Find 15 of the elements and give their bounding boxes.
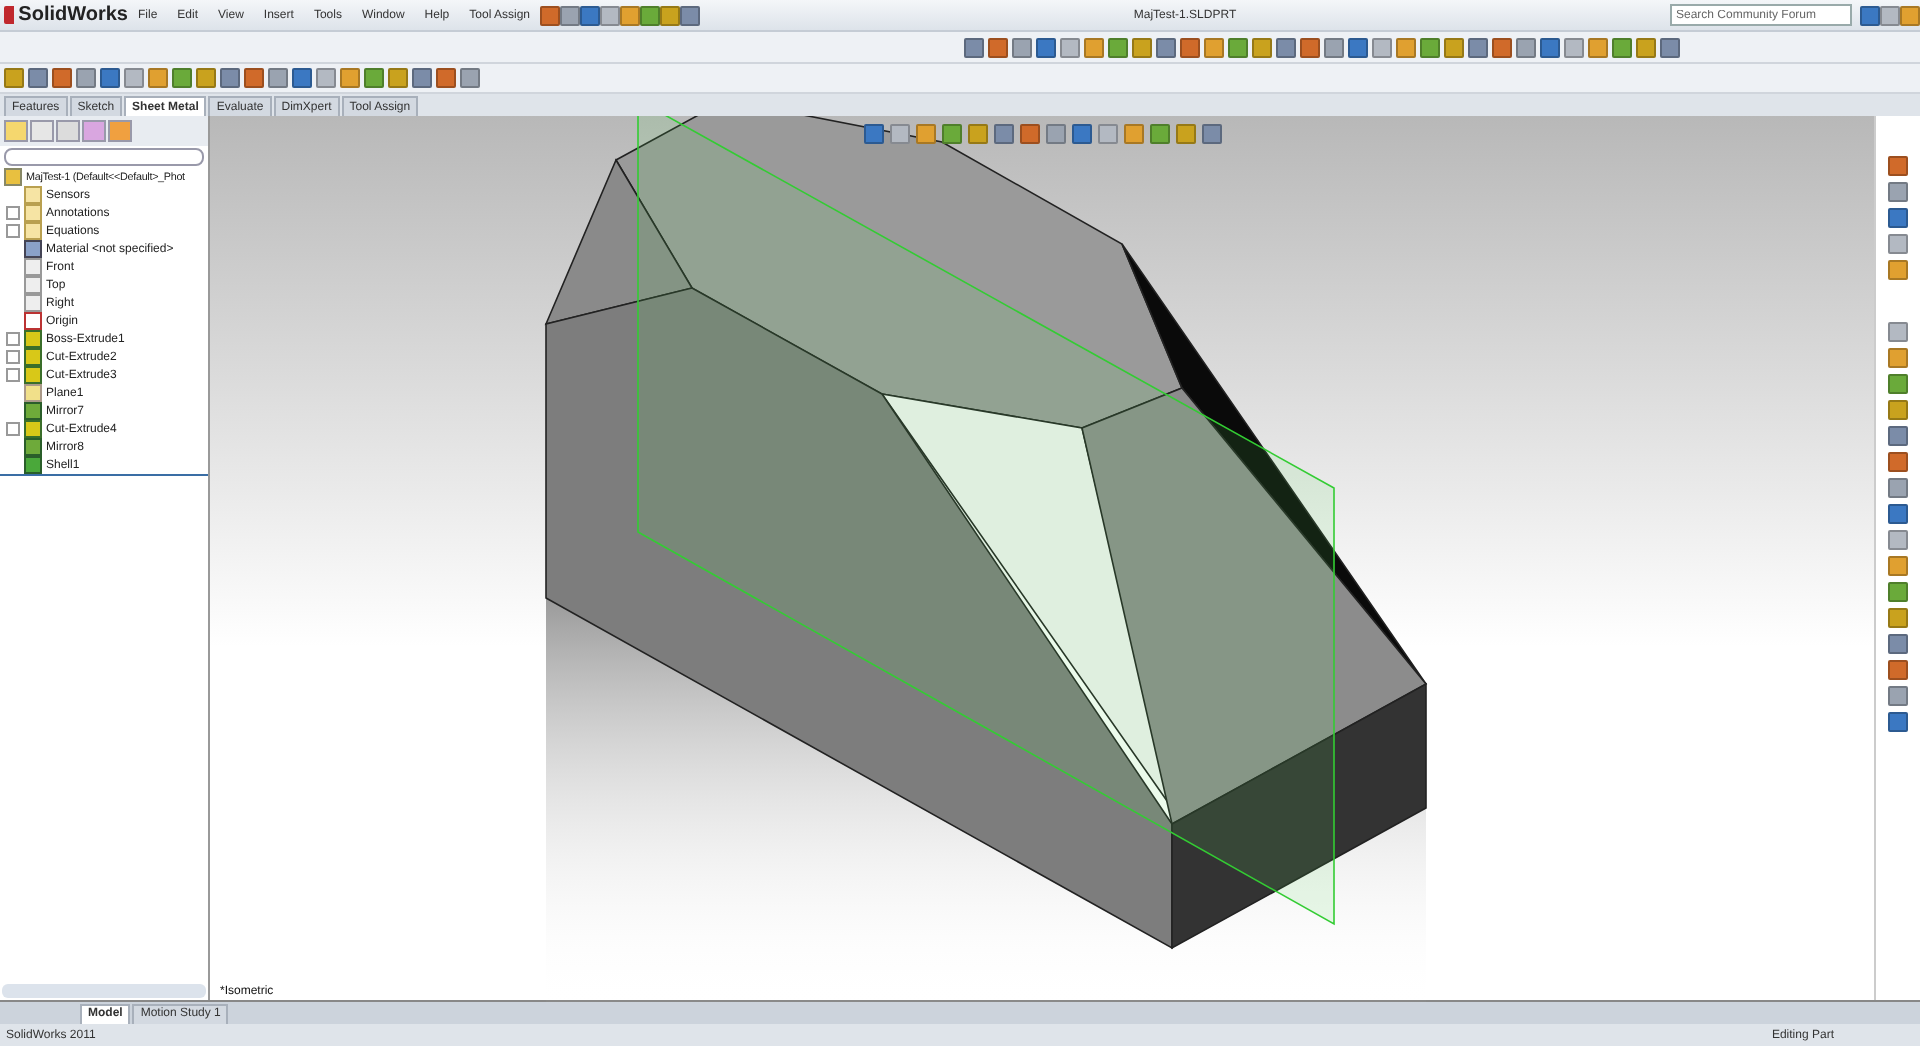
panel-tab[interactable] — [108, 120, 132, 142]
expand-icon[interactable] — [6, 224, 20, 238]
panel-tab[interactable] — [82, 120, 106, 142]
expand-icon[interactable] — [6, 368, 20, 382]
filter-field[interactable] — [4, 148, 204, 166]
panel-tab[interactable] — [56, 120, 80, 142]
expand-icon[interactable] — [6, 206, 20, 220]
part-icon — [4, 168, 22, 186]
expand-icon[interactable] — [6, 350, 20, 364]
panel-tab[interactable] — [30, 120, 54, 142]
logo-icon — [4, 6, 15, 24]
panel-tab[interactable] — [4, 120, 28, 142]
expand-icon[interactable] — [6, 422, 20, 436]
app-logo: SolidWorks — [0, 4, 128, 26]
expand-icon[interactable] — [6, 332, 20, 346]
